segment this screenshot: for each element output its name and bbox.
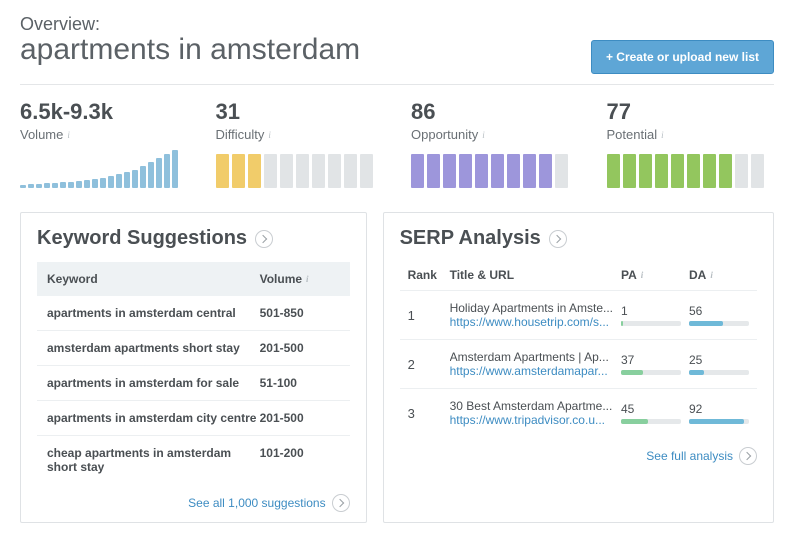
serp-row[interactable]: 3 30 Best Amsterdam Apartme...https://www…: [400, 389, 757, 437]
volume-bars: [20, 150, 188, 188]
rank-cell: 1: [408, 308, 442, 323]
info-icon: i: [641, 270, 644, 280]
see-all-suggestions-link[interactable]: See all 1,000 suggestions: [37, 494, 350, 512]
serp-analysis-title: SERP Analysis: [400, 227, 541, 250]
volume-col-header: Volumei: [260, 272, 340, 286]
da-col-header: DAi: [689, 268, 749, 282]
title-url-cell: 30 Best Amsterdam Apartme...https://www.…: [450, 399, 613, 427]
chevron-right-icon[interactable]: [255, 230, 273, 248]
keyword-cell: apartments in amsterdam central: [47, 306, 260, 320]
keyword-row[interactable]: apartments in amsterdam central501-850: [37, 296, 350, 331]
difficulty-metric: 31 Difficultyi: [216, 99, 384, 188]
potential-bars: [607, 150, 775, 188]
keyword-col-header: Keyword: [47, 272, 260, 286]
pa-cell: 37: [621, 353, 681, 375]
keyword-row[interactable]: amsterdam apartments short stay201-500: [37, 331, 350, 366]
volume-value: 6.5k-9.3k: [20, 99, 188, 125]
da-cell: 92: [689, 402, 749, 424]
keyword-suggestions-card: Keyword Suggestions Keyword Volumei apar…: [20, 212, 367, 523]
info-icon: i: [710, 270, 713, 280]
opportunity-label: Opportunityi: [411, 127, 579, 142]
keyword-cell: amsterdam apartments short stay: [47, 341, 260, 355]
keyword-row[interactable]: cheap apartments in amsterdam short stay…: [37, 436, 350, 484]
see-full-analysis-link[interactable]: See full analysis: [400, 447, 757, 465]
page-title: apartments in amsterdam: [20, 33, 360, 67]
difficulty-label: Difficultyi: [216, 127, 384, 142]
pa-cell: 1: [621, 304, 681, 326]
potential-metric: 77 Potentiali: [607, 99, 775, 188]
volume-metric: 6.5k-9.3k Volumei: [20, 99, 188, 188]
serp-analysis-card: SERP Analysis Rank Title & URL PAi DAi 1…: [383, 212, 774, 523]
volume-cell: 501-850: [260, 306, 340, 320]
keyword-cell: apartments in amsterdam for sale: [47, 376, 260, 390]
keyword-table-header: Keyword Volumei: [37, 262, 350, 296]
keyword-row[interactable]: apartments in amsterdam city centre201-5…: [37, 401, 350, 436]
potential-value: 77: [607, 99, 775, 125]
chevron-right-icon: [332, 494, 350, 512]
serp-row[interactable]: 2 Amsterdam Apartments | Ap...https://www…: [400, 340, 757, 389]
volume-label: Volumei: [20, 127, 188, 142]
difficulty-value: 31: [216, 99, 384, 125]
create-upload-list-button[interactable]: + Create or upload new list: [591, 40, 774, 74]
serp-table-header: Rank Title & URL PAi DAi: [400, 260, 757, 291]
info-icon: i: [482, 130, 485, 140]
potential-label: Potentiali: [607, 127, 775, 142]
info-icon: i: [306, 274, 309, 284]
serp-url-link[interactable]: https://www.amsterdamapar...: [450, 364, 613, 378]
da-cell: 25: [689, 353, 749, 375]
divider: [20, 84, 774, 85]
title-url-col-header: Title & URL: [450, 268, 613, 282]
rank-cell: 2: [408, 357, 442, 372]
opportunity-bars: [411, 150, 579, 188]
title-url-cell: Amsterdam Apartments | Ap...https://www.…: [450, 350, 613, 378]
volume-cell: 201-500: [260, 411, 340, 425]
info-icon: i: [661, 130, 664, 140]
title-url-cell: Holiday Apartments in Amste...https://ww…: [450, 301, 613, 329]
da-cell: 56: [689, 304, 749, 326]
opportunity-value: 86: [411, 99, 579, 125]
chevron-right-icon[interactable]: [549, 230, 567, 248]
difficulty-bars: [216, 150, 384, 188]
pa-cell: 45: [621, 402, 681, 424]
opportunity-metric: 86 Opportunityi: [411, 99, 579, 188]
rank-col-header: Rank: [408, 268, 442, 282]
overview-label: Overview:: [20, 14, 360, 35]
pa-col-header: PAi: [621, 268, 681, 282]
keyword-suggestions-title: Keyword Suggestions: [37, 227, 247, 250]
serp-url-link[interactable]: https://www.tripadvisor.co.u...: [450, 413, 613, 427]
volume-cell: 201-500: [260, 341, 340, 355]
keyword-row[interactable]: apartments in amsterdam for sale51-100: [37, 366, 350, 401]
keyword-cell: apartments in amsterdam city centre: [47, 411, 260, 425]
serp-url-link[interactable]: https://www.housetrip.com/s...: [450, 315, 613, 329]
info-icon: i: [67, 130, 70, 140]
serp-row[interactable]: 1 Holiday Apartments in Amste...https://w…: [400, 291, 757, 340]
volume-cell: 51-100: [260, 376, 340, 390]
keyword-cell: cheap apartments in amsterdam short stay: [47, 446, 260, 474]
info-icon: i: [268, 130, 271, 140]
rank-cell: 3: [408, 406, 442, 421]
volume-cell: 101-200: [260, 446, 340, 474]
chevron-right-icon: [739, 447, 757, 465]
